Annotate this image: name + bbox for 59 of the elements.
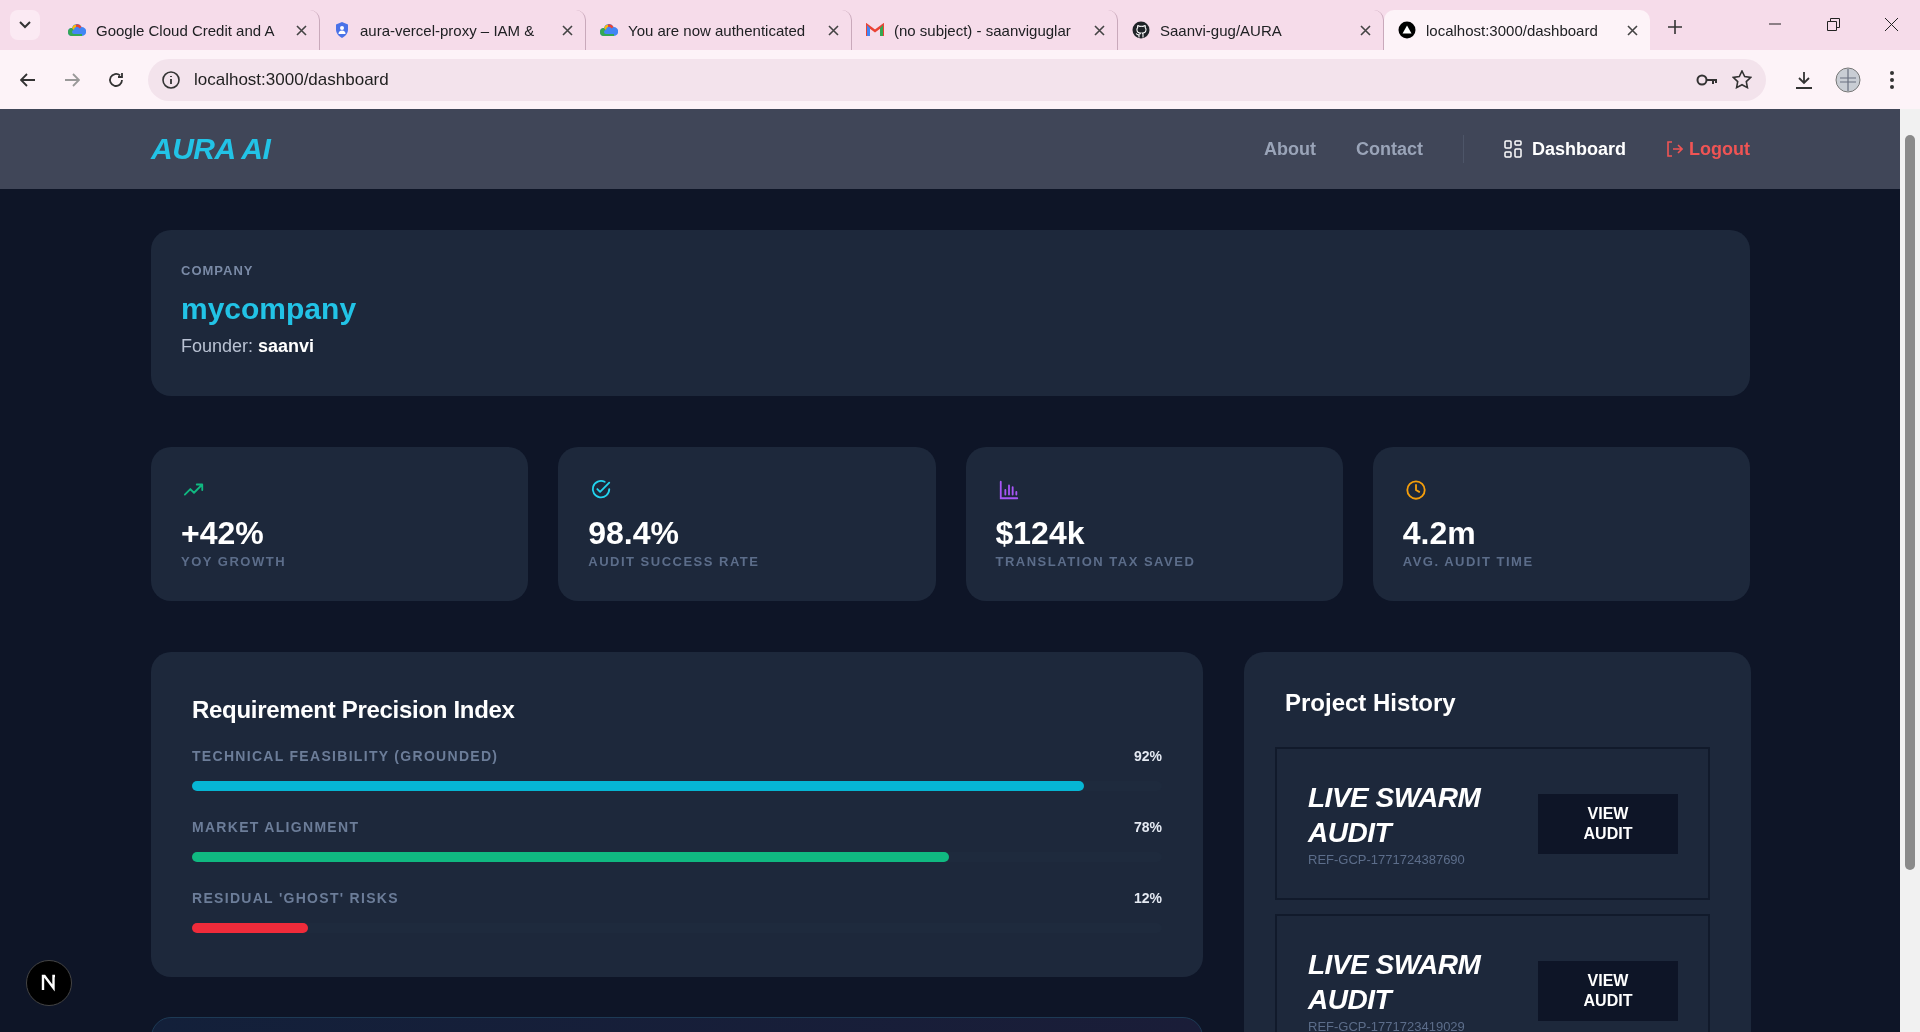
close-icon[interactable]	[1884, 17, 1898, 31]
close-icon[interactable]	[1360, 24, 1371, 36]
view-audit-button[interactable]: VIEW AUDIT	[1538, 960, 1678, 1021]
project-ref: REF-GCP-1771724387690	[1308, 852, 1466, 867]
stat-value: 4.2m	[1402, 515, 1476, 552]
download-icon[interactable]	[1795, 70, 1813, 89]
restore-icon[interactable]	[1826, 17, 1840, 31]
logout-icon	[1666, 141, 1683, 157]
card-title: Requirement Precision Index	[192, 696, 516, 724]
cloud-icon	[68, 23, 86, 37]
metric-label: RESIDUAL 'GHOST' RISKS	[192, 890, 399, 906]
cloud-icon	[600, 23, 618, 37]
project-title: LIVE SWARM AUDIT	[1308, 781, 1483, 850]
metric-percent: 12%	[1133, 890, 1162, 906]
stat-label: AVG. AUDIT TIME	[1402, 554, 1534, 569]
metric-percent: 78%	[1133, 819, 1162, 835]
company-name: mycompany	[181, 292, 358, 326]
nextjs-badge[interactable]	[26, 960, 72, 1006]
nav-link[interactable]: Contact	[1356, 138, 1423, 160]
close-icon[interactable]	[562, 24, 573, 36]
key-icon[interactable]	[1696, 72, 1718, 87]
logo[interactable]: AURA AI	[151, 132, 1264, 166]
metric-percent: 92%	[1133, 748, 1162, 764]
stat-value: 98.4%	[588, 515, 679, 552]
star-icon[interactable]	[1732, 70, 1752, 89]
metric-label: TECHNICAL FEASIBILITY (GROUNDED)	[192, 748, 499, 764]
section-label: COMPANY	[181, 263, 255, 278]
metric-label: MARKET ALIGNMENT	[192, 819, 360, 835]
stat-label: YOY GROWTH	[181, 554, 287, 569]
browser-tab[interactable]: localhost:3000/dashboard	[1384, 10, 1650, 50]
project-ref: REF-GCP-1771723419029	[1308, 1019, 1466, 1032]
close-icon[interactable]	[1094, 24, 1105, 36]
nav-link[interactable]: About	[1264, 138, 1316, 160]
dashboard-link[interactable]: Dashboard	[1504, 138, 1626, 160]
info-icon[interactable]	[162, 70, 180, 89]
mail-icon	[866, 23, 884, 37]
stat-label: TRANSLATION TAX SAVED	[995, 554, 1196, 569]
github-cat-icon	[1132, 21, 1150, 39]
view-audit-button[interactable]: VIEW AUDIT	[1538, 793, 1678, 854]
shield-icon	[334, 21, 350, 39]
card-title: Project History	[1285, 689, 1457, 717]
reload-icon[interactable]	[108, 71, 124, 88]
tab-search-button[interactable]	[10, 10, 40, 40]
stat-value: +42%	[181, 515, 264, 552]
stat-value: $124k	[995, 515, 1085, 552]
forward-arrow-icon[interactable]	[64, 72, 80, 87]
profile-avatar-icon[interactable]	[1835, 66, 1861, 93]
founder-text: Founder: saanvi	[181, 336, 316, 357]
more-menu-icon[interactable]	[1890, 70, 1894, 89]
back-arrow-icon[interactable]	[20, 72, 36, 87]
close-icon[interactable]	[1627, 24, 1638, 36]
grid-icon	[1504, 140, 1522, 158]
project-title: LIVE SWARM AUDIT	[1308, 948, 1483, 1017]
stat-label: AUDIT SUCCESS RATE	[588, 554, 760, 569]
address-bar[interactable]: localhost:3000/dashboard	[148, 58, 1766, 101]
close-icon[interactable]	[296, 24, 307, 36]
chevron-down-icon	[19, 21, 31, 29]
plus-icon	[1668, 20, 1682, 34]
close-icon[interactable]	[828, 24, 839, 36]
